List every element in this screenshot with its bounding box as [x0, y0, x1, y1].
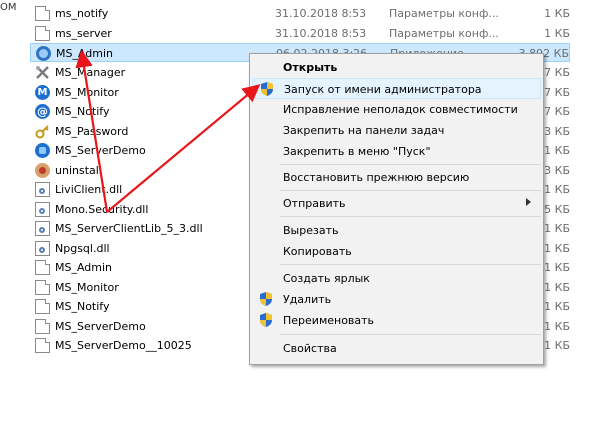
file-size: 1 КБ: [544, 320, 570, 333]
menu-item-cut[interactable]: Вырезать: [252, 220, 541, 241]
file-size: 1 КБ: [544, 242, 570, 255]
file-name: MS_Monitor: [55, 281, 119, 294]
navigation-pane: OM: [0, 0, 22, 435]
menu-separator: [280, 190, 541, 191]
menu-item-pin-taskbar[interactable]: Закрепить на панели задач: [252, 120, 541, 141]
file-size: 3 КБ: [544, 164, 570, 177]
menu-item-label: Исправление неполадок совместимости: [283, 103, 518, 116]
menu-item-delete[interactable]: Удалить: [252, 289, 541, 310]
file-name: MS_ServerDemo__10025: [55, 339, 192, 352]
file-size: 7 КБ: [544, 105, 570, 118]
file-size: 1 КБ: [544, 339, 570, 352]
menu-item-label: Отправить: [283, 197, 346, 210]
file-size: 1 КБ: [544, 27, 570, 40]
server-app-icon: [35, 143, 50, 158]
file-name: uninstall: [55, 164, 102, 177]
dll-file-icon: [35, 221, 50, 236]
context-menu: Открыть Запуск от имени администратора И…: [249, 53, 544, 365]
file-name: MS_ServerClientLib_5_3.dll: [55, 222, 203, 235]
config-file-icon: [35, 338, 50, 353]
dll-file-icon: [35, 241, 50, 256]
menu-separator: [280, 216, 541, 217]
menu-item-restore-previous[interactable]: Восстановить прежнюю версию: [252, 167, 541, 188]
menu-separator: [280, 264, 541, 265]
menu-item-troubleshoot-compatibility[interactable]: Исправление неполадок совместимости: [252, 99, 541, 120]
file-date: 31.10.2018 8:53: [275, 27, 367, 40]
file-name: LiviClient.dll: [55, 183, 123, 196]
menu-item-label: Вырезать: [283, 224, 339, 237]
uninstall-app-icon: [35, 163, 50, 178]
file-name: MS_ServerDemo: [55, 320, 146, 333]
dll-file-icon: [35, 182, 50, 197]
file-name: MS_Monitor: [55, 86, 119, 99]
menu-item-open[interactable]: Открыть: [252, 57, 541, 78]
monitor-app-icon: M: [35, 85, 50, 100]
menu-item-run-as-admin[interactable]: Запуск от имени администратора: [252, 78, 541, 99]
menu-item-label: Свойства: [283, 342, 337, 355]
manager-app-icon: [35, 65, 50, 80]
file-size: 1 КБ: [544, 222, 570, 235]
file-size: 1 КБ: [544, 144, 570, 157]
file-size: 1 КБ: [544, 261, 570, 274]
file-size: 7 КБ: [544, 66, 570, 79]
menu-item-label: Переименовать: [283, 314, 375, 327]
file-date: 31.10.2018 8:53: [275, 7, 367, 20]
menu-item-send-to[interactable]: Отправить: [252, 193, 541, 214]
file-row[interactable]: ms_notify 31.10.2018 8:53 Параметры конф…: [30, 4, 570, 23]
config-file-icon: [35, 260, 50, 275]
menu-item-label: Открыть: [283, 61, 338, 74]
file-size: 5 КБ: [544, 203, 570, 216]
file-name: ms_notify: [55, 7, 109, 20]
file-name: Mono.Security.dll: [55, 203, 149, 216]
password-app-icon: [35, 124, 50, 139]
file-name: MS_ServerDemo: [55, 144, 146, 157]
file-size: 1 КБ: [544, 300, 570, 313]
file-type: Параметры конф...: [389, 27, 499, 40]
config-file-icon: [35, 6, 50, 21]
file-row[interactable]: ms_server 31.10.2018 8:53 Параметры конф…: [30, 24, 570, 43]
menu-item-pin-start[interactable]: Закрепить в меню "Пуск": [252, 141, 541, 162]
menu-item-label: Создать ярлык: [283, 272, 370, 285]
file-name: MS_Password: [55, 125, 129, 138]
file-type: Параметры конф...: [389, 7, 499, 20]
menu-item-label: Запуск от имени администратора: [284, 83, 482, 96]
menu-item-rename[interactable]: Переименовать: [252, 310, 541, 331]
uac-shield-icon: [259, 81, 275, 97]
uac-shield-icon: [258, 312, 274, 328]
file-name: MS_Admin: [56, 47, 114, 60]
menu-separator: [280, 334, 541, 335]
file-size: 1 КБ: [544, 281, 570, 294]
submenu-arrow-icon: [526, 198, 531, 206]
menu-item-properties[interactable]: Свойства: [252, 338, 541, 359]
menu-item-label: Удалить: [283, 293, 332, 306]
menu-item-label: Закрепить на панели задач: [283, 124, 445, 137]
menu-item-label: Восстановить прежнюю версию: [283, 171, 470, 184]
menu-item-create-shortcut[interactable]: Создать ярлык: [252, 268, 541, 289]
uac-shield-icon: [258, 291, 274, 307]
menu-separator: [280, 164, 541, 165]
config-file-icon: [35, 319, 50, 334]
file-name: MS_Admin: [55, 261, 113, 274]
dll-file-icon: [35, 202, 50, 217]
menu-item-copy[interactable]: Копировать: [252, 241, 541, 262]
menu-item-label: Закрепить в меню "Пуск": [283, 145, 431, 158]
file-size: 1 КБ: [544, 7, 570, 20]
file-size: 3 КБ: [544, 125, 570, 138]
file-name: MS_Manager: [55, 66, 126, 79]
config-file-icon: [35, 26, 50, 41]
menu-item-label: Копировать: [283, 245, 352, 258]
file-size: 1 КБ: [544, 183, 570, 196]
file-name: MS_Notify: [55, 300, 110, 313]
config-file-icon: [35, 299, 50, 314]
file-size: 7 КБ: [544, 86, 570, 99]
file-name: ms_server: [55, 27, 112, 40]
config-file-icon: [35, 280, 50, 295]
admin-app-icon: [36, 46, 51, 61]
navigation-pane-label: OM: [0, 2, 17, 13]
file-name: MS_Notify: [55, 105, 110, 118]
file-name: Npgsql.dll: [55, 242, 110, 255]
notify-app-icon: @: [35, 104, 50, 119]
